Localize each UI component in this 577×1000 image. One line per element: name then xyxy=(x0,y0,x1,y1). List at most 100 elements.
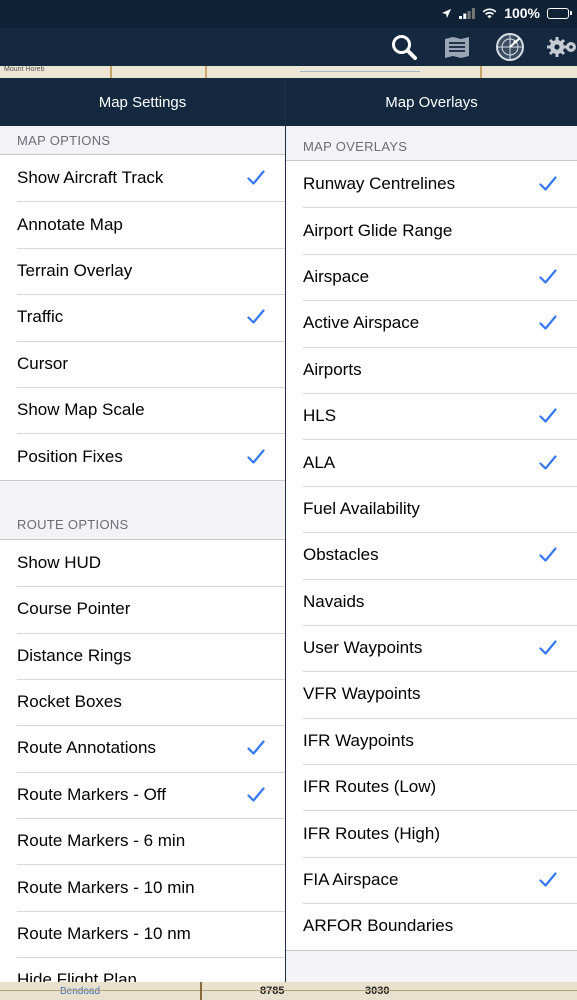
option-row-show-aircraft-track[interactable]: Show Aircraft Track xyxy=(0,155,285,201)
option-label: Route Annotations xyxy=(17,738,156,758)
checkmark-icon xyxy=(247,739,265,757)
option-row-airport-glide-range[interactable]: Airport Glide Range xyxy=(286,207,577,253)
option-row-user-waypoints[interactable]: User Waypoints xyxy=(286,624,577,671)
option-row-navaids[interactable]: Navaids xyxy=(286,578,577,625)
option-label: IFR Routes (High) xyxy=(303,823,440,843)
option-label: Annotate Map xyxy=(17,214,123,234)
settings-icon[interactable] xyxy=(545,30,577,64)
checkmark-icon xyxy=(539,639,557,657)
radar-icon[interactable] xyxy=(493,30,527,64)
route-options-list: Show HUD Course Pointer Distance Rings Rock… xyxy=(0,538,285,982)
option-label: Show HUD xyxy=(17,552,102,572)
option-label: Show Map Scale xyxy=(17,400,145,420)
map-settings-panel: Map Settings MAP OPTIONS Show Aircraft T… xyxy=(0,78,286,982)
option-label: HLS xyxy=(303,406,337,426)
map-label: 8785 xyxy=(260,985,285,997)
map-settings-title: Map Settings xyxy=(0,78,285,126)
map-label: Bendoad xyxy=(60,986,101,997)
option-label: Navaids xyxy=(303,591,365,611)
checkmark-icon xyxy=(539,871,557,889)
option-row-ifr-routes-high[interactable]: IFR Routes (High) xyxy=(286,810,577,856)
map-overlays-title: Map Overlays xyxy=(286,78,577,126)
option-row-route-markers-off[interactable]: Route Markers - Off xyxy=(0,771,285,818)
option-row-hls[interactable]: HLS xyxy=(286,392,577,439)
checkmark-icon xyxy=(539,454,557,472)
option-row-route-markers-10-nm[interactable]: Route Markers - 10 nm xyxy=(0,910,285,957)
checkmark-icon xyxy=(539,175,557,193)
checkmark-icon xyxy=(539,546,557,564)
status-bar: 100% xyxy=(0,0,577,28)
option-label: VFR Waypoints xyxy=(303,684,421,704)
checkmark-icon xyxy=(539,314,557,332)
map-overlays-header: MAP OVERLAYS xyxy=(303,139,408,154)
map-place-label: Mount Horeb xyxy=(4,66,45,73)
option-row-traffic[interactable]: Traffic xyxy=(0,294,285,340)
signal-icon xyxy=(459,7,476,19)
option-row-active-airspace[interactable]: Active Airspace xyxy=(286,300,577,346)
checkmark-icon xyxy=(539,407,557,425)
battery-percent: 100% xyxy=(504,5,540,21)
option-row-position-fixes[interactable]: Position Fixes xyxy=(0,433,285,479)
map-overlays-list: Runway Centrelines Airport Glide Range Air… xyxy=(286,160,577,951)
option-row-fia-airspace[interactable]: FIA Airspace xyxy=(286,856,577,903)
option-label: FIA Airspace xyxy=(303,870,399,890)
option-row-cursor[interactable]: Cursor xyxy=(0,340,285,387)
option-row-rocket-boxes[interactable]: Rocket Boxes xyxy=(0,678,285,725)
option-label: Show Aircraft Track xyxy=(17,168,164,188)
option-label: Cursor xyxy=(17,353,69,373)
option-row-fuel-availability[interactable]: Fuel Availability xyxy=(286,485,577,532)
option-label: Route Markers - 10 nm xyxy=(17,924,191,944)
option-row-ala[interactable]: ALA xyxy=(286,439,577,485)
option-label: Route Markers - Off xyxy=(17,784,166,804)
option-label: Traffic xyxy=(17,307,64,327)
option-label: Active Airspace xyxy=(303,313,420,333)
option-row-hide-flight-plan[interactable]: Hide Flight Plan xyxy=(0,957,285,982)
map-background-bottom[interactable]: Bendoad 8785 3030 xyxy=(0,982,577,1000)
option-row-route-markers-6-min[interactable]: Route Markers - 6 min xyxy=(0,818,285,864)
option-row-ifr-routes-low[interactable]: IFR Routes (Low) xyxy=(286,764,577,810)
option-row-airports[interactable]: Airports xyxy=(286,346,577,393)
option-label: User Waypoints xyxy=(303,638,423,658)
option-row-vfr-waypoints[interactable]: VFR Waypoints xyxy=(286,671,577,717)
option-label: Hide Flight Plan xyxy=(17,970,138,982)
option-row-route-markers-10-min[interactable]: Route Markers - 10 min xyxy=(0,864,285,910)
option-label: Course Pointer xyxy=(17,599,131,619)
option-row-obstacles[interactable]: Obstacles xyxy=(286,532,577,578)
option-label: Terrain Overlay xyxy=(17,260,133,280)
option-row-course-pointer[interactable]: Course Pointer xyxy=(0,586,285,632)
battery-icon xyxy=(547,7,572,19)
location-arrow-icon xyxy=(441,8,452,19)
option-row-annotate-map[interactable]: Annotate Map xyxy=(0,201,285,247)
option-label: ALA xyxy=(303,452,336,472)
option-label: Route Markers - 10 min xyxy=(17,877,195,897)
option-row-show-map-scale[interactable]: Show Map Scale xyxy=(0,386,285,433)
option-row-distance-rings[interactable]: Distance Rings xyxy=(0,632,285,679)
search-icon[interactable] xyxy=(387,30,421,64)
option-label: Obstacles xyxy=(303,545,379,565)
list-icon[interactable] xyxy=(440,30,474,64)
option-label: Airports xyxy=(303,359,362,379)
option-label: Airport Glide Range xyxy=(303,220,453,240)
checkmark-icon xyxy=(247,308,265,326)
toolbar xyxy=(0,28,577,66)
option-row-arfor-boundaries[interactable]: ARFOR Boundaries xyxy=(286,903,577,949)
wifi-icon xyxy=(482,7,497,19)
checkmark-icon xyxy=(247,786,265,804)
status-indicators: 100% xyxy=(441,4,572,22)
option-row-show-hud[interactable]: Show HUD xyxy=(0,540,285,586)
option-label: Runway Centrelines xyxy=(303,174,456,194)
map-background-top[interactable]: Mount Horeb xyxy=(0,66,577,78)
option-row-terrain-overlay[interactable]: Terrain Overlay xyxy=(0,247,285,294)
option-label: ARFOR Boundaries xyxy=(303,916,454,936)
option-row-route-annotations[interactable]: Route Annotations xyxy=(0,725,285,771)
route-options-header: ROUTE OPTIONS xyxy=(17,516,129,532)
checkmark-icon xyxy=(539,268,557,286)
option-label: Position Fixes xyxy=(17,446,123,466)
option-row-airspace[interactable]: Airspace xyxy=(286,253,577,300)
option-label: Airspace xyxy=(303,266,370,286)
option-label: IFR Waypoints xyxy=(303,730,414,750)
option-label: IFR Routes (Low) xyxy=(303,777,437,797)
option-row-runway-centrelines[interactable]: Runway Centrelines xyxy=(286,161,577,207)
option-label: Fuel Availability xyxy=(303,498,420,518)
option-row-ifr-waypoints[interactable]: IFR Waypoints xyxy=(286,717,577,764)
